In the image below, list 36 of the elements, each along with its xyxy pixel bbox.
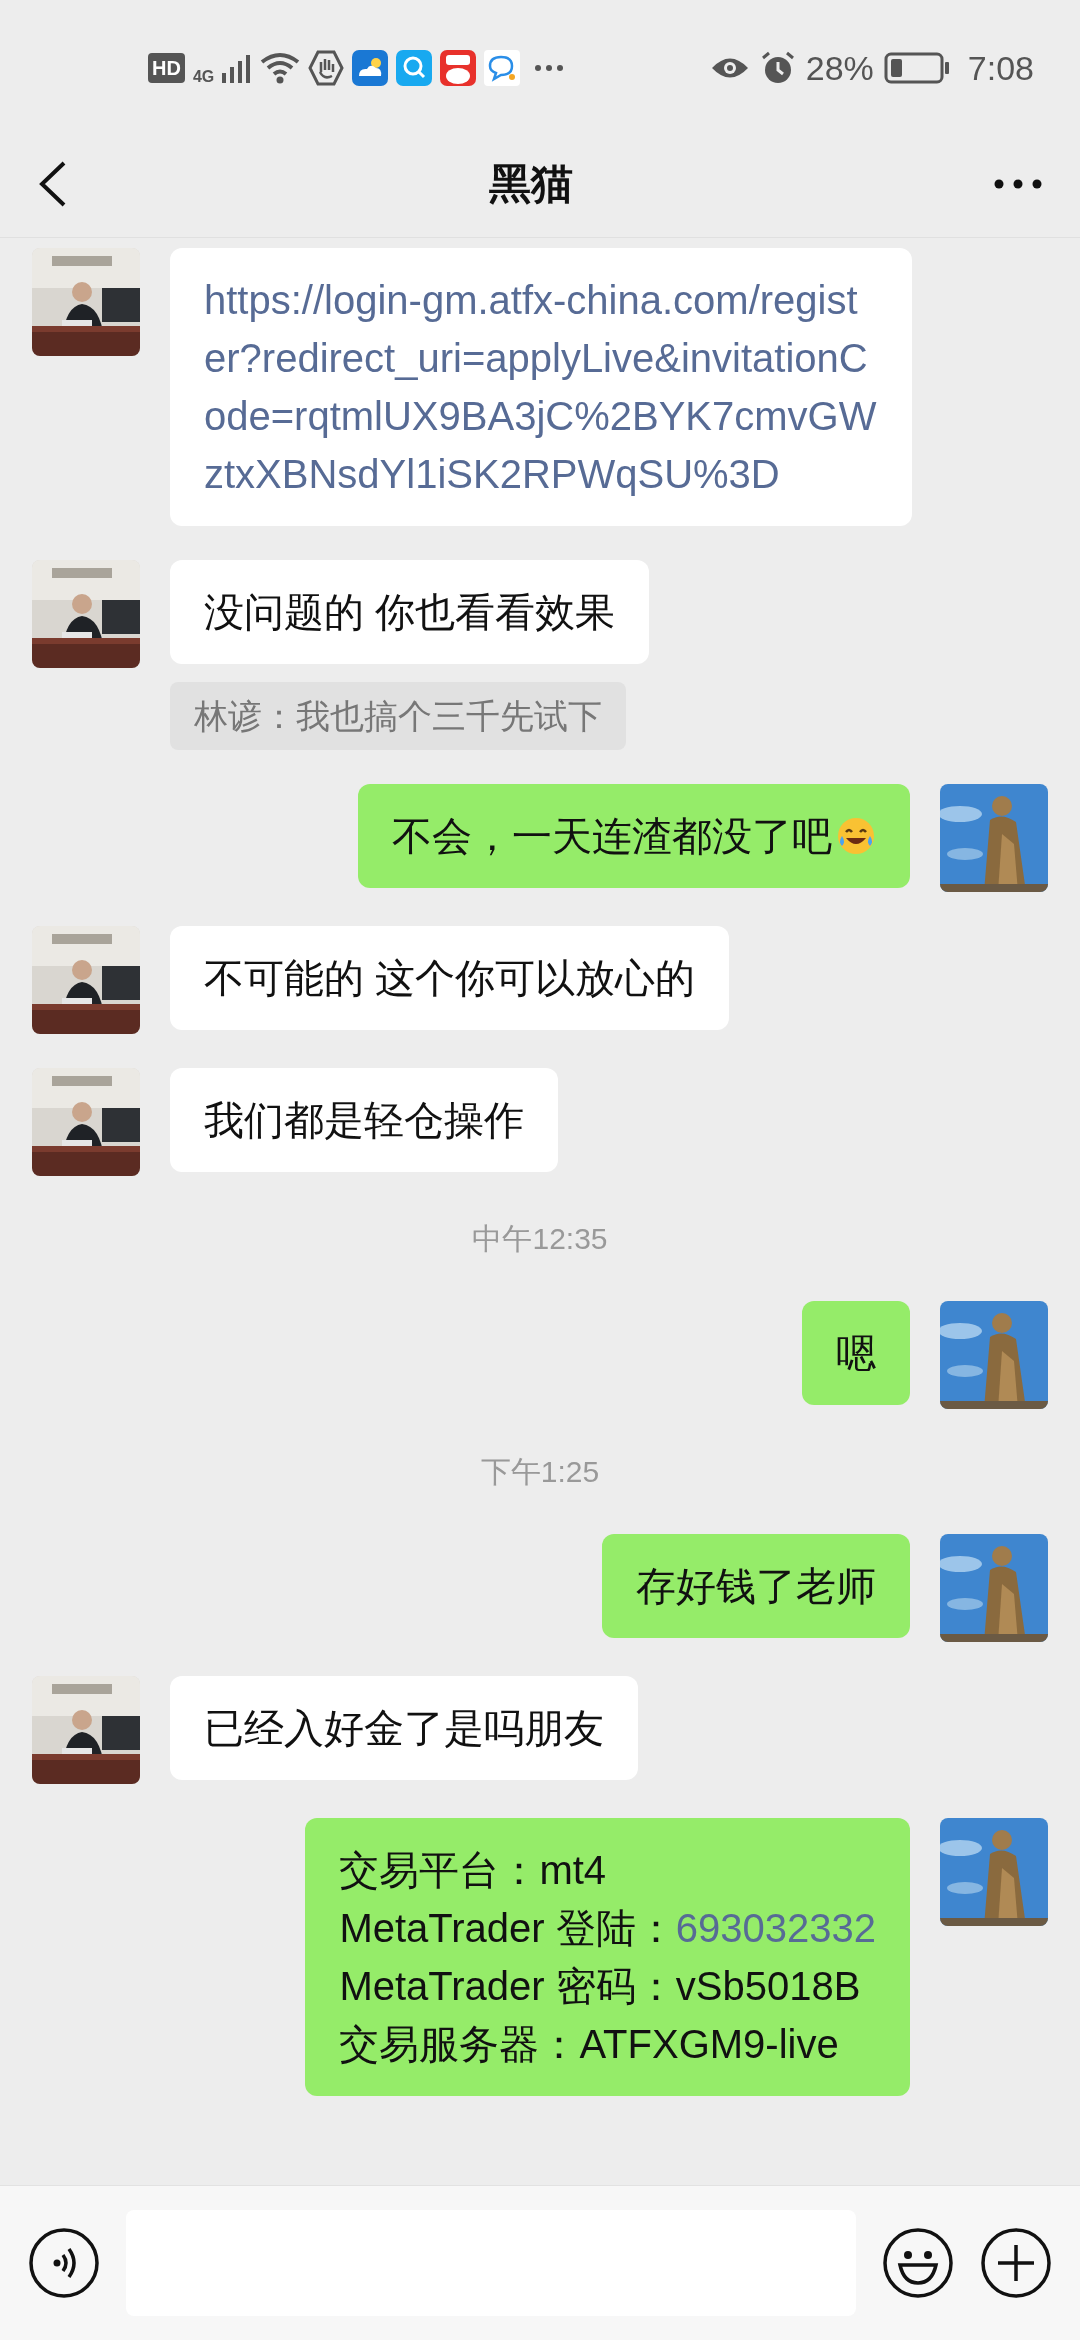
message-link[interactable]: https://login-gm.atfx-china.com/register?redirect_uri=applyLive&invitationCode=rqtmlUX9BA3jC%2BYK7cmvGWztxXBNsdYl1iSK2RPWqSU%3D: [204, 271, 878, 503]
battery-icon: [883, 52, 950, 84]
search-app-icon: [396, 50, 433, 86]
back-icon[interactable]: [38, 160, 68, 207]
hd-indicator: HD: [148, 53, 185, 83]
message-text: 不可能的 这个你可以放心的: [204, 955, 696, 1002]
hand-icon: [308, 50, 345, 86]
more-notifications-icon: [534, 64, 565, 72]
network-type: 4G: [192, 67, 215, 87]
wifi-icon: [260, 52, 301, 84]
account-number-link[interactable]: 693032332: [675, 1906, 876, 1950]
message-text: 存好钱了老师: [636, 1563, 876, 1610]
more-options-icon[interactable]: [994, 178, 1042, 189]
alarm-icon: [759, 50, 796, 86]
voice-input-icon[interactable]: [28, 2227, 100, 2299]
emoji-icon[interactable]: [882, 2227, 954, 2299]
chat-app-icon: [484, 50, 521, 86]
message-text: 已经入好金了是吗朋友: [204, 1705, 604, 1752]
message-text: 没问题的 你也看看效果: [204, 589, 616, 636]
message-line: 交易平台：mt4: [339, 1847, 608, 1894]
shopping-app-icon: [440, 50, 477, 86]
message-line: MetaTrader 密码：vSb5018B: [339, 1963, 862, 2010]
message-line: MetaTrader 登陆：693032332: [339, 1905, 876, 1952]
message-line: 交易服务器：ATFXGM9-live: [339, 2021, 840, 2068]
battery-percent: 28%: [805, 47, 874, 89]
timestamp: 下午1:25: [480, 1454, 600, 1490]
signal-icon: [222, 53, 253, 83]
chat-title: 黑猫: [489, 159, 573, 209]
clock-time: 7:08: [967, 47, 1034, 89]
quoted-message[interactable]: 林谚：我也搞个三千先试下: [170, 682, 626, 750]
add-icon[interactable]: [980, 2227, 1052, 2299]
weather-app-icon: [352, 50, 389, 86]
message-text: 嗯: [836, 1330, 876, 1377]
timestamp: 中午12:35: [472, 1221, 608, 1257]
message-text: 不会，一天连渣都没了吧: [392, 807, 876, 865]
message-text: 我们都是轻仓操作: [204, 1097, 524, 1144]
